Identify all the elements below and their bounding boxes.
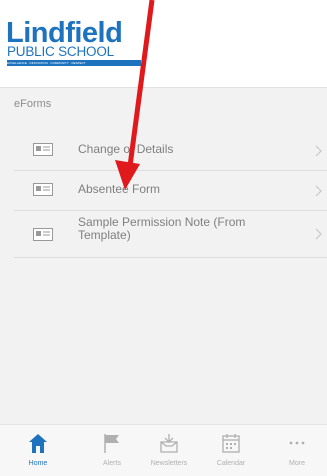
- eforms-list: Change of Details Absentee Form Sample P…: [14, 131, 327, 258]
- tab-more[interactable]: More: [270, 425, 324, 476]
- chevron-right-icon: [315, 228, 322, 240]
- logo-tagline: EXCELLENCE · INNOVATION · COMMUNITY · RE…: [7, 60, 141, 66]
- tab-newsletters[interactable]: Newsletters: [142, 425, 196, 476]
- logo-subtitle: PUBLIC SCHOOL: [7, 44, 114, 59]
- id-card-icon: [33, 183, 53, 196]
- tab-label: Alerts: [103, 460, 121, 467]
- chevron-right-icon: [315, 145, 322, 157]
- school-logo[interactable]: Lindfield PUBLIC SCHOOL EXCELLENCE · INN…: [6, 18, 142, 66]
- chevron-right-icon: [315, 185, 322, 197]
- list-item-absentee-form[interactable]: Absentee Form: [14, 171, 327, 211]
- section-title: eForms: [14, 98, 52, 110]
- list-item-label: Sample Permission Note (From Template): [78, 215, 246, 242]
- tab-label: Newsletters: [150, 460, 188, 467]
- more-icon: [289, 441, 305, 445]
- flag-icon: [104, 434, 119, 453]
- list-item-sample-permission-note[interactable]: Sample Permission Note (From Template): [14, 211, 327, 258]
- calendar-icon: [222, 434, 240, 453]
- list-item-label: Absentee Form: [78, 182, 161, 196]
- id-card-icon: [33, 143, 53, 156]
- tab-calendar[interactable]: Calendar: [204, 425, 258, 476]
- app-header: Lindfield PUBLIC SCHOOL EXCELLENCE · INN…: [0, 0, 327, 88]
- id-card-icon: [33, 228, 53, 241]
- list-item-change-of-details[interactable]: Change of Details: [14, 131, 327, 171]
- tab-home[interactable]: Home: [11, 425, 65, 476]
- list-item-label: Change of Details: [78, 142, 174, 156]
- tab-label: Calendar: [216, 460, 246, 467]
- inbox-icon: [160, 434, 178, 453]
- tab-alerts[interactable]: Alerts: [85, 425, 139, 476]
- tab-label: More: [289, 460, 305, 467]
- bottom-tab-bar: Home Alerts Newsletters Calendar More: [0, 424, 327, 476]
- home-icon: [29, 434, 47, 453]
- tab-label: Home: [28, 460, 48, 467]
